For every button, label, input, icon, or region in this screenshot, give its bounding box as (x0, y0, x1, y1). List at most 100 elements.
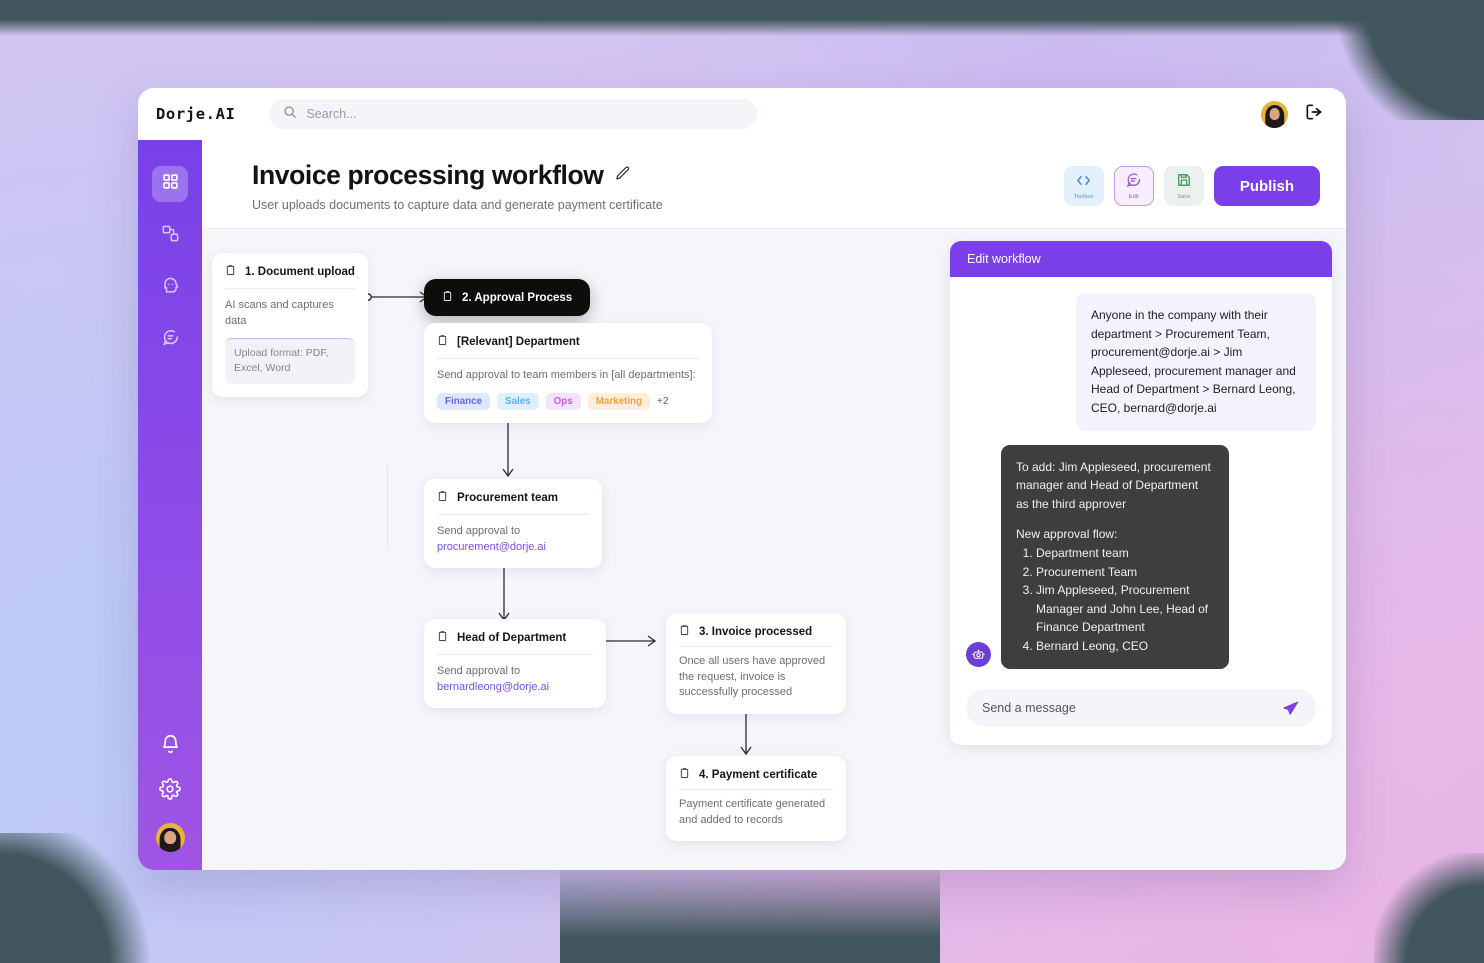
bot-message-gap (1016, 513, 1214, 525)
node-divider (437, 654, 593, 655)
node-invoice-processed[interactable]: 3. Invoice processed Once all users have… (666, 613, 846, 714)
node-email-link[interactable]: procurement@dorje.ai (437, 541, 546, 553)
window-body: Invoice processing workflow User uploads… (138, 140, 1346, 870)
node-payment-certificate[interactable]: 4. Payment certificate Payment certifica… (666, 756, 846, 842)
face-icon (161, 276, 180, 300)
node-email-link[interactable]: bernardleong@dorje.ai (437, 681, 549, 693)
clipboard-icon (437, 334, 448, 349)
page-header-text: Invoice processing workflow User uploads… (252, 160, 663, 212)
toolbox-button[interactable]: Toolbox (1063, 166, 1104, 206)
tag-ops[interactable]: Ops (545, 392, 581, 410)
tag-finance[interactable]: Finance (437, 392, 491, 410)
search-icon (283, 105, 297, 124)
node-body-text: Send approval to (437, 665, 521, 677)
list-item: Bernard Leong, CEO (1036, 637, 1214, 656)
canvas-guide-line (387, 466, 388, 546)
page-title: Invoice processing workflow (252, 160, 604, 190)
edit-workflow-panel: Edit workflow Anyone in the company with… (950, 241, 1332, 745)
bot-message-list: Department team Procurement Team Jim App… (1016, 544, 1214, 656)
clipboard-icon (437, 630, 448, 645)
sidebar-item-messages[interactable] (152, 322, 188, 358)
sidebar (138, 140, 202, 870)
tag-overflow-count[interactable]: +2 (657, 396, 668, 407)
node-procurement-team[interactable]: Procurement team Send approval to procur… (424, 479, 602, 569)
chat-panel-title: Edit workflow (950, 241, 1332, 277)
message-input[interactable]: Send a message (966, 688, 1316, 727)
user-message-text: Anyone in the company with their departm… (1076, 293, 1316, 431)
node-body: Once all users have approved the request… (679, 655, 826, 699)
sidebar-item-assistant[interactable] (152, 270, 188, 306)
node-divider (225, 288, 355, 289)
send-icon[interactable] (1282, 699, 1300, 717)
backdrop-corner-bottom-left (0, 833, 150, 963)
node-divider (679, 789, 833, 790)
node-title: Procurement team (457, 491, 558, 504)
node-title: 3. Invoice processed (699, 625, 813, 638)
node-document-upload[interactable]: 1. Document upload AI scans and captures… (212, 253, 368, 397)
bot-message-list-title: New approval flow: (1016, 527, 1118, 542)
edit-button[interactable]: Edit (1113, 166, 1154, 206)
nodes-icon (161, 224, 180, 248)
bot-message: To add: Jim Appleseed, procurement manag… (1001, 444, 1229, 669)
node-approval-process[interactable]: 2. Approval Process (424, 279, 591, 316)
node-title: 4. Payment certificate (699, 768, 818, 781)
search-placeholder: Search... (306, 107, 357, 121)
toolbox-label: Toolbox (1073, 193, 1094, 200)
bot-message-intro: To add: Jim Appleseed, procurement manag… (1016, 459, 1211, 511)
node-title: Head of Department (457, 631, 567, 644)
main-area: Invoice processing workflow User uploads… (202, 140, 1346, 870)
node-head-of-department[interactable]: Head of Department Send approval to bern… (424, 619, 606, 709)
sidebar-bottom (155, 734, 185, 852)
bot-avatar-icon (966, 641, 991, 667)
backdrop-corner-top-right (1334, 0, 1484, 120)
node-body: AI scans and captures data (225, 299, 334, 327)
node-header: [Relevant] Department (437, 334, 699, 349)
message-input-placeholder: Send a message (982, 700, 1076, 715)
tag-sales[interactable]: Sales (497, 392, 539, 410)
top-bar-right (1261, 100, 1324, 128)
page-subtitle: User uploads documents to capture data a… (252, 198, 663, 212)
clipboard-icon (679, 767, 690, 782)
save-label: Save (1177, 194, 1191, 200)
save-disk-icon (1176, 172, 1192, 193)
logout-icon[interactable] (1304, 102, 1324, 127)
backdrop-edge-bottom (560, 863, 940, 963)
node-title: [Relevant] Department (457, 335, 580, 348)
edit-title-icon[interactable] (614, 165, 631, 187)
upload-format-chip: Upload format: PDF, Excel, Word (225, 338, 355, 384)
clipboard-icon (679, 624, 690, 639)
node-relevant-department[interactable]: [Relevant] Department Send approval to t… (424, 323, 712, 423)
node-header: 1. Document upload (225, 264, 355, 279)
sidebar-item-workflows[interactable] (152, 218, 188, 254)
avatar[interactable] (1261, 100, 1288, 128)
backdrop-corner-bottom-right (1374, 853, 1484, 963)
edit-label: Edit (1128, 194, 1139, 200)
save-button[interactable]: Save (1163, 166, 1204, 206)
bell-icon[interactable] (160, 734, 181, 760)
node-header: Procurement team (437, 490, 589, 505)
clipboard-icon (437, 490, 448, 505)
clipboard-icon (225, 264, 236, 279)
gear-icon[interactable] (159, 778, 181, 805)
list-item: Jim Appleseed, Procurement Manager and J… (1036, 581, 1214, 637)
title-row: Invoice processing workflow (252, 160, 663, 191)
chat-edit-icon (1125, 172, 1142, 193)
chat-bubble-icon (161, 328, 180, 352)
node-divider (437, 358, 699, 359)
sidebar-item-dashboard[interactable] (152, 166, 188, 202)
app-logo[interactable]: Dorje.AI (152, 105, 235, 123)
node-title: 1. Document upload (245, 265, 355, 278)
node-title: 2. Approval Process (462, 291, 573, 304)
node-divider (437, 514, 589, 515)
node-body: Send approval to team members in [all de… (437, 369, 696, 381)
tag-marketing[interactable]: Marketing (587, 392, 650, 410)
search-input[interactable]: Search... (269, 99, 758, 129)
content-area: 1. Document upload AI scans and captures… (202, 229, 1346, 870)
node-header: 4. Payment certificate (679, 767, 833, 782)
chat-messages: Anyone in the company with their departm… (950, 277, 1332, 683)
node-header: 2. Approval Process (442, 290, 572, 305)
node-divider (679, 646, 833, 647)
publish-button[interactable]: Publish (1213, 166, 1320, 206)
node-body: Send approval to bernardleong@dorje.ai (437, 664, 593, 695)
sidebar-profile-avatar[interactable] (155, 823, 185, 852)
